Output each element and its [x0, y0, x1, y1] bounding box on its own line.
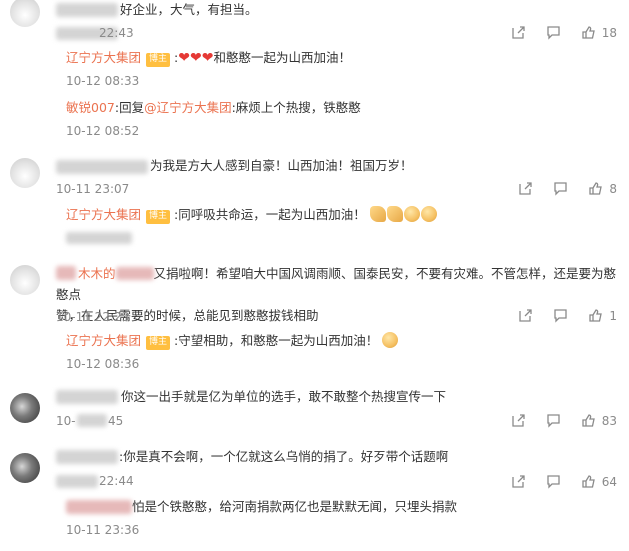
- reply-author[interactable]: 辽宁方大集团: [66, 50, 141, 65]
- share-icon: [519, 182, 533, 195]
- comment-time-suffix: 45: [108, 414, 124, 428]
- heart-emoji-icon: ❤: [178, 50, 190, 66]
- comment-actions: 64: [491, 474, 617, 489]
- fist-emoji-icon: [382, 332, 399, 348]
- like-count: 64: [601, 474, 617, 489]
- comment-actions: 8: [498, 181, 617, 196]
- fist-emoji-icon: [403, 206, 420, 222]
- like-count: 1: [609, 308, 617, 323]
- avatar[interactable]: [10, 453, 40, 483]
- comment-author[interactable]: 木木的: [56, 266, 116, 281]
- comment-icon: [554, 309, 568, 323]
- share-icon: [519, 309, 533, 322]
- blurred-username: [56, 390, 118, 404]
- heart-emoji-icon: ❤: [189, 50, 202, 66]
- strong-arm-emoji-icon: [386, 206, 403, 222]
- thumbs-up-icon: [589, 309, 603, 322]
- like-count: 8: [609, 181, 617, 196]
- like-button[interactable]: 8: [588, 181, 617, 196]
- comment-time: 10-11 22:23: [56, 310, 130, 324]
- share-button[interactable]: [511, 474, 526, 489]
- share-button[interactable]: [511, 25, 526, 40]
- blurred-username: [66, 500, 132, 514]
- comment-time: 10-11 23:07: [56, 182, 130, 196]
- avatar[interactable]: [10, 0, 40, 27]
- heart-emoji-icon: ❤: [201, 50, 214, 66]
- reply-time: 10-12 08:52: [66, 124, 140, 138]
- reply-text: :同呼吸共命运，一起为山西加油！: [174, 207, 366, 222]
- blurred-date: [56, 475, 98, 488]
- reply-author[interactable]: 辽宁方大集团: [66, 207, 141, 222]
- comment-button[interactable]: [553, 181, 568, 196]
- comment-button[interactable]: [546, 474, 561, 489]
- reply-text: :守望相助，和憨憨一起为山西加油！: [174, 333, 379, 348]
- mention-link[interactable]: @辽宁方大集团: [144, 100, 232, 115]
- reply-text: :麻烦上个热搜，铁憨憨: [231, 100, 361, 115]
- share-icon: [512, 26, 525, 39]
- reply-text: 怕是个铁憨憨，给河南捐款两亿也是默默无闻，只埋头捐款: [132, 499, 458, 514]
- avatar[interactable]: [10, 158, 40, 188]
- like-button[interactable]: 83: [581, 413, 617, 428]
- like-button[interactable]: 64: [581, 474, 617, 489]
- blurred-date: [77, 414, 107, 427]
- avatar[interactable]: [10, 393, 40, 423]
- reply-author[interactable]: 敏锐007: [66, 100, 115, 115]
- blurred-username: [56, 3, 118, 17]
- comment-text: 你这一出手就是亿为单位的选手，敢不敢整个热搜宣传一下: [121, 389, 447, 404]
- comment-time: 22:43: [99, 26, 134, 40]
- thumbs-up-icon: [582, 475, 595, 488]
- share-icon: [512, 414, 525, 427]
- comment-time-prefix: 10-: [56, 414, 76, 428]
- comment-button[interactable]: [546, 25, 561, 40]
- like-button[interactable]: 18: [581, 25, 617, 40]
- reply-text: 和憨憨一起为山西加油！: [213, 50, 351, 65]
- like-button[interactable]: 1: [588, 308, 617, 323]
- blurred-date: [66, 232, 132, 244]
- comment-time: 22:44: [99, 474, 134, 488]
- share-button[interactable]: [518, 308, 533, 323]
- author-badge: 博主: [146, 210, 171, 224]
- like-count: 83: [601, 413, 617, 428]
- comment-text: :你是真不会啊，一个亿就这么乌悄的捐了。好歹带个话题啊: [119, 449, 449, 464]
- comment-icon: [547, 475, 560, 489]
- like-count: 18: [601, 25, 617, 40]
- comment-icon: [554, 182, 568, 196]
- reply-time: 10-12 08:33: [66, 74, 140, 88]
- comment-icon: [547, 414, 560, 428]
- blurred-username: [56, 160, 148, 174]
- author-badge: 博主: [146, 336, 171, 350]
- thumbs-up-icon: [582, 414, 595, 427]
- avatar[interactable]: [10, 265, 40, 295]
- share-button[interactable]: [511, 413, 526, 428]
- share-button[interactable]: [518, 181, 533, 196]
- fist-emoji-icon: [420, 206, 437, 222]
- comment-actions: 18: [491, 25, 617, 40]
- thumbs-up-icon: [582, 26, 595, 39]
- comment-icon: [547, 26, 560, 40]
- comment-text: 好企业，大气，有担当。: [120, 2, 258, 17]
- strong-arm-emoji-icon: [369, 206, 386, 222]
- reply-time: 10-11 23:36: [66, 523, 140, 537]
- comment-actions: 83: [491, 413, 617, 428]
- reply-time: 10-12 08:36: [66, 357, 140, 371]
- reply-author[interactable]: 辽宁方大集团: [66, 333, 141, 348]
- share-icon: [512, 475, 525, 488]
- comment-text: 为我是方大人感到自豪！山西加油！祖国万岁！: [150, 158, 413, 173]
- comment-button[interactable]: [553, 308, 568, 323]
- comment-button[interactable]: [546, 413, 561, 428]
- blurred-username: [56, 450, 118, 464]
- author-badge: 博主: [146, 53, 171, 67]
- comment-actions: 1: [498, 308, 617, 323]
- thumbs-up-icon: [589, 182, 603, 195]
